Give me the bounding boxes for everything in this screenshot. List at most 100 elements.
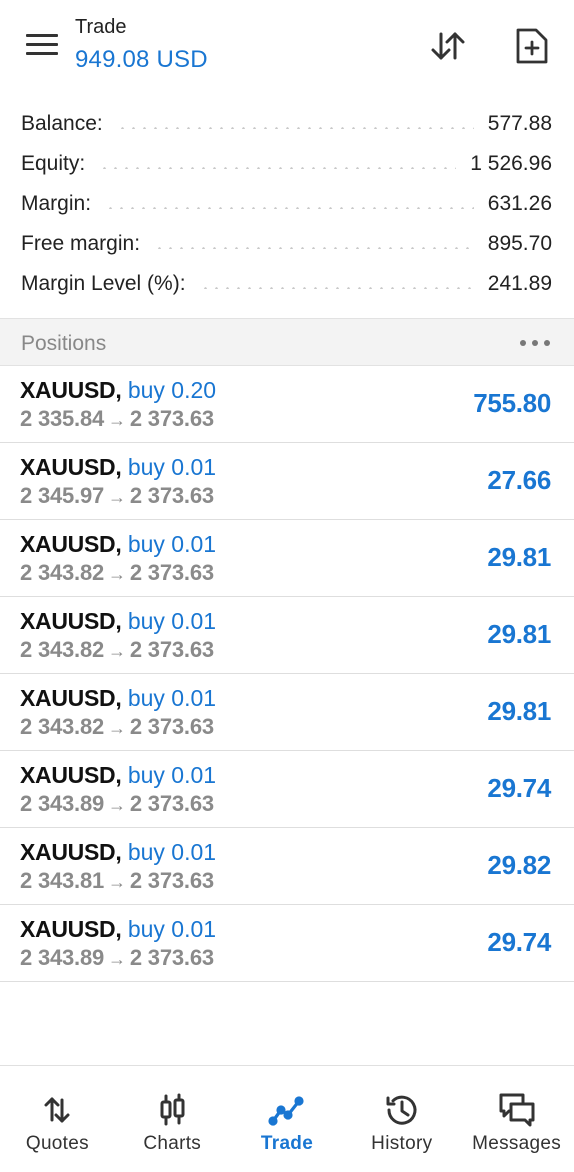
current-price: 2 373.63 (129, 791, 214, 816)
nav-charts[interactable]: Charts (115, 1066, 230, 1172)
summary-value: 241.89 (487, 272, 552, 295)
summary-row-free-margin: Free margin: 895.70 (0, 224, 574, 264)
positions-title: Positions (21, 332, 107, 355)
position-profit: 755.80 (473, 388, 551, 418)
menu-icon[interactable] (26, 34, 58, 58)
account-summary: Balance: 577.88 Equity: 1 526.96 Margin:… (0, 104, 574, 304)
more-dots-icon[interactable] (520, 335, 550, 351)
position-side: buy 0.01 (127, 685, 217, 711)
dotted-leader (199, 287, 474, 289)
position-profit: 29.81 (487, 696, 551, 726)
positions-list: XAUUSD, buy 0.20 2 335.84 → 2 373.63 755.8… (0, 366, 574, 982)
position-side: buy 0.01 (127, 839, 217, 865)
nav-messages[interactable]: Messages (459, 1066, 574, 1172)
open-price: 2 343.89 (20, 945, 105, 970)
nav-history[interactable]: History (344, 1066, 459, 1172)
position-row[interactable]: XAUUSD, buy 0.01 2 343.89 → 2 373.63 29.74 (0, 905, 574, 982)
summary-value: 1 526.96 (470, 152, 552, 175)
position-row[interactable]: XAUUSD, buy 0.01 2 343.89 → 2 373.63 29.74 (0, 751, 574, 828)
summary-row-equity: Equity: 1 526.96 (0, 144, 574, 184)
sort-icon[interactable] (428, 26, 468, 66)
position-profit: 29.74 (487, 773, 551, 803)
nav-quotes[interactable]: Quotes (0, 1066, 115, 1172)
nav-label: Quotes (25, 1133, 89, 1154)
summary-label: Free margin: (21, 232, 141, 255)
summary-label: Margin Level (%): (21, 272, 186, 295)
position-side: buy 0.01 (127, 531, 217, 557)
nav-label: History (371, 1133, 433, 1154)
summary-row-margin-level: Margin Level (%): 241.89 (0, 264, 574, 304)
open-price: 2 343.82 (20, 637, 105, 662)
position-row[interactable]: XAUUSD, buy 0.01 2 345.97 → 2 373.63 27.66 (0, 443, 574, 520)
nav-label: Messages (472, 1133, 562, 1154)
open-price: 2 343.82 (20, 714, 105, 739)
position-symbol: XAUUSD, (20, 454, 122, 480)
position-profit: 29.81 (487, 542, 551, 572)
current-price: 2 373.63 (129, 714, 214, 739)
position-side: buy 0.20 (127, 377, 217, 403)
open-price: 2 343.82 (20, 560, 105, 585)
open-price: 2 343.89 (20, 791, 105, 816)
arrow-right-icon: → (108, 795, 126, 815)
page-title: Trade (75, 16, 127, 38)
dotted-leader (154, 247, 474, 249)
trade-icon (267, 1090, 307, 1130)
position-side: buy 0.01 (127, 916, 217, 942)
summary-value: 895.70 (487, 232, 552, 255)
quotes-icon (37, 1090, 77, 1130)
dotted-leader (99, 167, 457, 169)
summary-row-balance: Balance: 577.88 (0, 104, 574, 144)
position-symbol: XAUUSD, (20, 608, 122, 634)
nav-trade[interactable]: Trade (230, 1066, 345, 1172)
nav-label: Charts (143, 1133, 202, 1154)
arrow-right-icon: → (108, 949, 126, 969)
nav-label: Trade (260, 1133, 314, 1154)
position-profit: 29.74 (487, 927, 551, 957)
position-side: buy 0.01 (127, 608, 217, 634)
current-price: 2 373.63 (129, 945, 214, 970)
current-price: 2 373.63 (129, 637, 214, 662)
summary-label: Balance: (21, 112, 103, 135)
current-price: 2 373.63 (129, 406, 214, 431)
account-balance: 949.08 USD (75, 46, 208, 73)
position-symbol: XAUUSD, (20, 839, 122, 865)
position-side: buy 0.01 (127, 762, 217, 788)
position-row[interactable]: XAUUSD, buy 0.01 2 343.82 → 2 373.63 29.81 (0, 597, 574, 674)
arrow-right-icon: → (108, 564, 126, 584)
open-price: 2 335.84 (20, 406, 105, 431)
position-symbol: XAUUSD, (20, 762, 122, 788)
messages-icon (497, 1090, 537, 1130)
history-icon (382, 1090, 422, 1130)
arrow-right-icon: → (108, 718, 126, 738)
position-side: buy 0.01 (127, 454, 217, 480)
open-price: 2 343.81 (20, 868, 105, 893)
current-price: 2 373.63 (129, 560, 214, 585)
summary-label: Equity: (21, 152, 86, 175)
charts-icon (152, 1090, 192, 1130)
position-symbol: XAUUSD, (20, 377, 122, 403)
position-row[interactable]: XAUUSD, buy 0.20 2 335.84 → 2 373.63 755.8… (0, 366, 574, 443)
summary-value: 631.26 (487, 192, 552, 215)
position-row[interactable]: XAUUSD, buy 0.01 2 343.82 → 2 373.63 29.81 (0, 674, 574, 751)
position-profit: 29.81 (487, 619, 551, 649)
current-price: 2 373.63 (129, 483, 214, 508)
position-profit: 29.82 (487, 850, 551, 880)
summary-value: 577.88 (487, 112, 552, 135)
summary-label: Margin: (21, 192, 92, 215)
open-price: 2 345.97 (20, 483, 105, 508)
position-row[interactable]: XAUUSD, buy 0.01 2 343.81 → 2 373.63 29.82 (0, 828, 574, 905)
position-symbol: XAUUSD, (20, 685, 122, 711)
dotted-leader (105, 207, 474, 209)
current-price: 2 373.63 (129, 868, 214, 893)
position-profit: 27.66 (487, 465, 551, 495)
app-header: Trade 949.08 USD (0, 0, 574, 100)
summary-row-margin: Margin: 631.26 (0, 184, 574, 224)
arrow-right-icon: → (108, 641, 126, 661)
dotted-leader (116, 127, 474, 129)
arrow-right-icon: → (108, 410, 126, 430)
position-row[interactable]: XAUUSD, buy 0.01 2 343.82 → 2 373.63 29.81 (0, 520, 574, 597)
position-symbol: XAUUSD, (20, 531, 122, 557)
new-order-icon[interactable] (514, 26, 550, 66)
arrow-right-icon: → (108, 487, 126, 507)
position-symbol: XAUUSD, (20, 916, 122, 942)
